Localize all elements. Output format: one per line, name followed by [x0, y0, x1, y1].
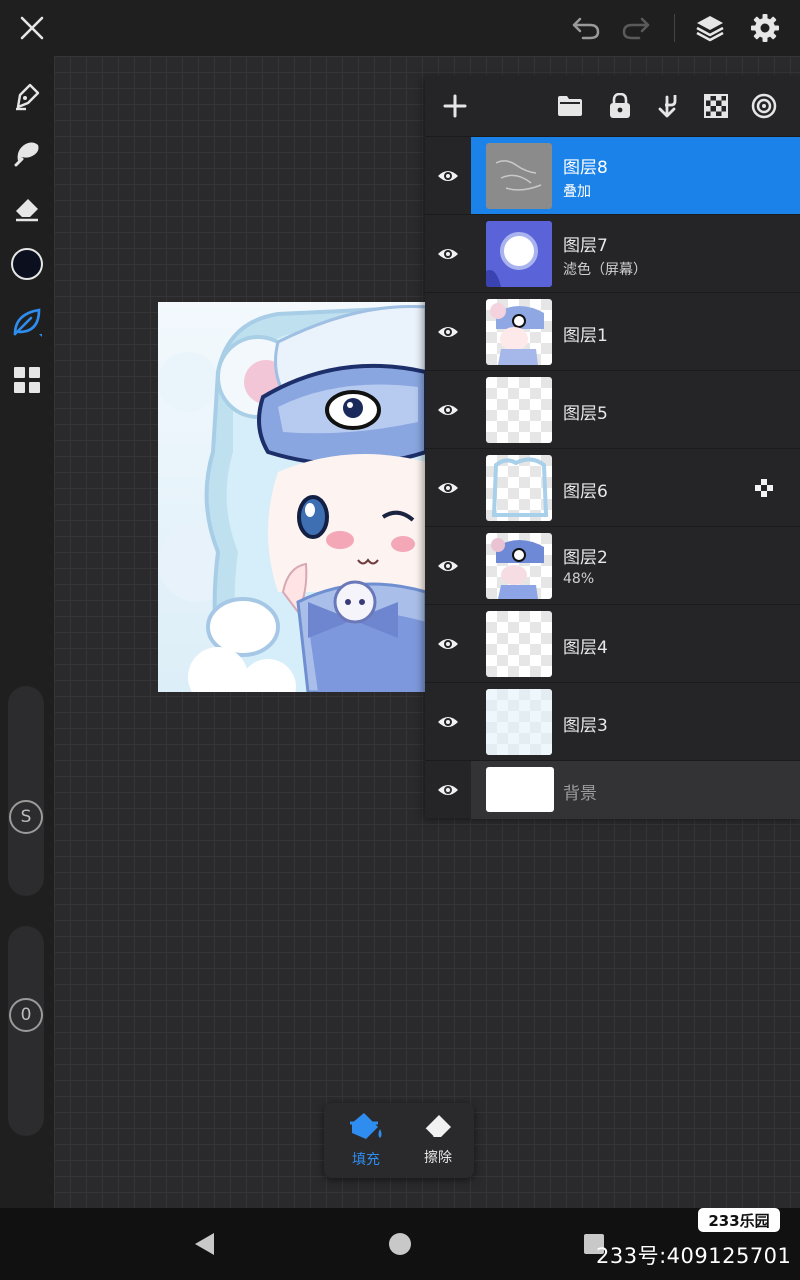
- layer-name: 图层5: [563, 404, 608, 424]
- layer-row-7[interactable]: 图层7 滤色（屏幕）: [425, 214, 800, 292]
- leaf-brush-icon[interactable]: [7, 302, 47, 342]
- layer-row-3[interactable]: 图层3: [425, 682, 800, 760]
- layer-body[interactable]: 图层5: [471, 371, 800, 449]
- layer-body[interactable]: 图层3: [471, 683, 800, 761]
- layer-name: 图层8: [563, 158, 608, 178]
- layer-thumbnail: [486, 221, 552, 287]
- layer-body[interactable]: 图层4: [471, 605, 800, 683]
- layer-thumbnail: [486, 455, 552, 521]
- layer-name: 图层6: [563, 482, 608, 502]
- background-label: 背景: [563, 784, 597, 804]
- layer-thumbnail: [486, 533, 552, 599]
- layers-icon[interactable]: [690, 8, 730, 48]
- layer-name: 图层2: [563, 548, 608, 568]
- redo-icon[interactable]: [616, 8, 656, 48]
- back-icon[interactable]: [190, 1230, 218, 1258]
- add-layer-icon[interactable]: [435, 86, 475, 126]
- layer-body[interactable]: 图层1: [471, 293, 800, 371]
- layer-body[interactable]: 背景: [471, 761, 800, 819]
- eye-icon[interactable]: [425, 761, 471, 819]
- alpha-lock-icon: [754, 478, 774, 498]
- eye-icon[interactable]: [425, 293, 471, 371]
- eye-icon[interactable]: [425, 449, 471, 527]
- layer-blend-mode: 滤色（屏幕）: [563, 262, 647, 278]
- eye-icon[interactable]: [425, 137, 471, 215]
- brush-opacity-slider[interactable]: 0: [8, 926, 44, 1136]
- pen-icon[interactable]: [7, 76, 47, 116]
- layer-thumbnail: [486, 377, 552, 443]
- layer-body[interactable]: 图层7 滤色（屏幕）: [471, 215, 800, 293]
- brush-size-slider[interactable]: S: [8, 686, 44, 896]
- background-thumbnail: [486, 767, 554, 812]
- layer-thumbnail: [486, 143, 552, 209]
- layer-thumbnail: [486, 689, 552, 755]
- layer-name: 图层7: [563, 236, 608, 256]
- eye-icon[interactable]: [425, 371, 471, 449]
- merge-down-icon[interactable]: [647, 86, 687, 126]
- layer-name: 图层1: [563, 326, 608, 346]
- brush-size-knob[interactable]: S: [9, 800, 43, 834]
- layer-row-6[interactable]: 图层6: [425, 448, 800, 526]
- artwork: [158, 302, 426, 692]
- layer-body[interactable]: 图层2 48%: [471, 527, 800, 605]
- layer-row-2[interactable]: 图层2 48%: [425, 526, 800, 604]
- erase-label: 擦除: [424, 1150, 452, 1166]
- color-swatch[interactable]: [7, 244, 47, 284]
- layer-thumbnail: [486, 611, 552, 677]
- fill-erase-popup: 填充 擦除: [324, 1103, 474, 1178]
- eye-icon[interactable]: [425, 683, 471, 761]
- fill-label: 填充: [352, 1152, 380, 1168]
- layer-thumbnail: [486, 299, 552, 365]
- close-icon[interactable]: [12, 8, 52, 48]
- layers-panel: 图层8 叠加 图层7 滤色（屏幕） 图层1 图层5 图层6 图层2 48% 图层…: [425, 76, 800, 819]
- watermark-id: 233号:409125701: [596, 1244, 792, 1268]
- watermark-logo: 233乐园: [698, 1208, 780, 1232]
- checkerboard-icon[interactable]: [696, 86, 736, 126]
- drawing-canvas[interactable]: [158, 302, 426, 692]
- fill-button[interactable]: 填充: [336, 1111, 396, 1171]
- eraser-icon[interactable]: [7, 188, 47, 228]
- layer-row-8[interactable]: 图层8 叠加: [425, 136, 800, 215]
- undo-icon[interactable]: [566, 8, 606, 48]
- brush-opacity-knob[interactable]: 0: [9, 998, 43, 1032]
- layer-name: 图层3: [563, 716, 608, 736]
- eraser-icon: [424, 1115, 451, 1138]
- eye-icon[interactable]: [425, 215, 471, 293]
- settings-icon[interactable]: [745, 8, 785, 48]
- top-bar: [0, 0, 800, 56]
- paint-bucket-icon: [350, 1113, 382, 1139]
- layer-name: 图层4: [563, 638, 608, 658]
- layer-opacity: 48%: [563, 571, 595, 587]
- layer-row-5[interactable]: 图层5: [425, 370, 800, 448]
- smudge-icon[interactable]: [7, 132, 47, 172]
- left-toolbar: S 0: [0, 56, 54, 1208]
- layer-body[interactable]: 图层8 叠加: [471, 137, 800, 215]
- eye-icon[interactable]: [425, 605, 471, 683]
- layer-row-background[interactable]: 背景: [425, 760, 800, 819]
- toolbar-divider: [674, 14, 675, 42]
- layer-body[interactable]: 图层6: [471, 449, 800, 527]
- layer-blend-mode: 叠加: [563, 184, 591, 200]
- grid-icon[interactable]: [7, 360, 47, 400]
- layer-row-1[interactable]: 图层1: [425, 292, 800, 370]
- eye-icon[interactable]: [425, 527, 471, 605]
- home-icon[interactable]: [386, 1230, 414, 1258]
- folder-icon[interactable]: [550, 86, 590, 126]
- erase-button[interactable]: 擦除: [408, 1111, 468, 1171]
- layer-row-4[interactable]: 图层4: [425, 604, 800, 682]
- layers-toolbar: [425, 76, 800, 136]
- target-icon[interactable]: [744, 86, 784, 126]
- lock-icon[interactable]: [600, 86, 640, 126]
